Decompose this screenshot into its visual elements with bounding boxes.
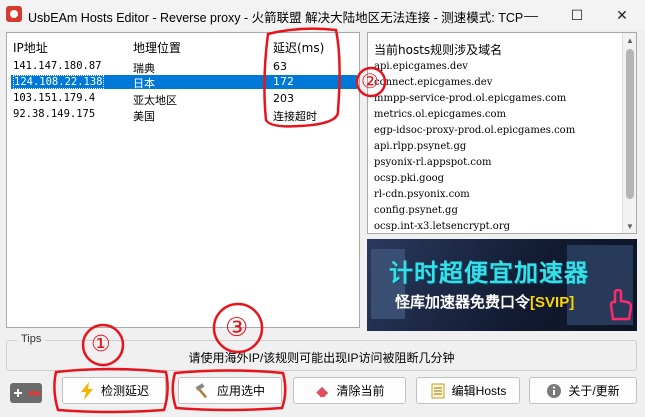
column-header-latency[interactable]: 延迟(ms) bbox=[273, 39, 324, 56]
tips-group: Tips 请使用海外IP/该规则可能出现IP访问被阻断几分钟 bbox=[6, 333, 637, 371]
about-update-label: 关于/更新 bbox=[568, 384, 620, 398]
domain-item: psyonix-rl.appspot.com bbox=[374, 157, 492, 168]
test-latency-label: 检测延迟 bbox=[100, 384, 149, 398]
domain-item: mmpp-service-prod.ol.epicgames.com bbox=[374, 93, 567, 104]
column-header-location[interactable]: 地理位置 bbox=[133, 39, 181, 56]
window-title: UsbEAm Hosts Editor - Reverse proxy - 火箭… bbox=[28, 11, 524, 25]
maximize-button[interactable]: ☐ bbox=[554, 0, 600, 30]
domain-list-scrollbar[interactable]: ▲ ▼ bbox=[622, 33, 636, 233]
minimize-button[interactable]: — bbox=[508, 0, 554, 30]
lightning-icon bbox=[79, 381, 95, 400]
about-update-button[interactable]: 关于/更新 bbox=[529, 377, 637, 404]
ip-address: 103.151.179.4 bbox=[13, 92, 96, 104]
eraser-icon bbox=[314, 383, 330, 399]
ip-location: 亚太地区 bbox=[133, 94, 177, 107]
edit-hosts-label: 编辑Hosts bbox=[451, 384, 507, 398]
domain-item: ocsp.int-x3.letsencrypt.org bbox=[374, 221, 511, 232]
domain-list[interactable]: 当前hosts规则涉及域名 api.epicgames.dev connect.… bbox=[367, 32, 637, 234]
column-header-ip[interactable]: IP地址 bbox=[13, 39, 48, 56]
domain-item: connect.epicgames.dev bbox=[374, 77, 493, 88]
ip-row[interactable]: 92.38.149.175 美国 连接超时 bbox=[11, 108, 357, 123]
domain-item: metrics.ol.epicgames.com bbox=[374, 109, 507, 120]
ip-row-selected[interactable]: 124.108.22.138 日本 172 bbox=[11, 75, 357, 90]
ad-headline: 计时超便宜加速器 bbox=[389, 260, 589, 287]
ip-location: 日本 bbox=[133, 77, 155, 90]
scroll-down-arrow-icon[interactable]: ▼ bbox=[623, 219, 637, 233]
title-bar: UsbEAm Hosts Editor - Reverse proxy - 火箭… bbox=[0, 0, 645, 30]
ip-list[interactable]: IP地址 地理位置 延迟(ms) 141.147.180.87 瑞典 63 12… bbox=[6, 32, 360, 328]
ad-subline-text: 怪库加速器免费口令 bbox=[395, 294, 531, 311]
scroll-up-arrow-icon[interactable]: ▲ bbox=[623, 33, 637, 47]
ip-latency: 172 bbox=[273, 75, 294, 88]
edit-hosts-button[interactable]: 编辑Hosts bbox=[416, 377, 520, 404]
domain-item: ocsp.pki.goog bbox=[374, 173, 445, 184]
domain-item: rl-cdn.psyonix.com bbox=[374, 189, 470, 200]
ip-row[interactable]: 141.147.180.87 瑞典 63 bbox=[11, 60, 357, 75]
domain-item: egp-idsoc-proxy-prod.ol.epicgames.com bbox=[374, 125, 576, 136]
notepad-icon bbox=[430, 383, 446, 399]
info-icon bbox=[546, 383, 562, 399]
ad-subline: 怪库加速器免费口令[SVIP] bbox=[395, 291, 574, 312]
apply-selected-button[interactable]: 应用选中 bbox=[178, 377, 282, 404]
test-latency-button[interactable]: 检测延迟 bbox=[62, 377, 166, 404]
domain-item: api.epicgames.dev bbox=[374, 61, 468, 72]
hammer-icon bbox=[195, 382, 211, 399]
tips-message: 请使用海外IP/该规则可能出现IP访问被阻断几分钟 bbox=[188, 351, 455, 365]
scroll-thumb[interactable] bbox=[626, 49, 634, 199]
app-icon bbox=[6, 6, 22, 22]
domain-list-title: 当前hosts规则涉及域名 bbox=[374, 43, 503, 57]
domain-item: api.rlpp.psynet.gg bbox=[374, 141, 467, 152]
ad-svip-code: [SVIP] bbox=[530, 294, 575, 311]
clear-current-button[interactable]: 清除当前 bbox=[293, 377, 406, 404]
advertisement-banner[interactable]: 计时超便宜加速器 怪库加速器免费口令[SVIP] bbox=[367, 239, 637, 331]
apply-selected-label: 应用选中 bbox=[216, 384, 265, 398]
ip-latency: 63 bbox=[273, 60, 287, 73]
pointing-hand-icon bbox=[605, 288, 633, 321]
clear-current-label: 清除当前 bbox=[336, 384, 385, 398]
domain-item: config.psynet.gg bbox=[374, 205, 458, 216]
close-button[interactable]: ✕ bbox=[599, 0, 645, 30]
tips-label: Tips bbox=[17, 333, 46, 345]
ip-address: 124.108.22.138 bbox=[13, 75, 104, 89]
ip-address: 92.38.149.175 bbox=[13, 108, 96, 120]
ip-location: 美国 bbox=[133, 110, 155, 123]
ip-location: 瑞典 bbox=[133, 62, 155, 75]
ip-address: 141.147.180.87 bbox=[13, 60, 102, 72]
ip-latency: 连接超时 bbox=[273, 110, 317, 123]
ip-row[interactable]: 103.151.179.4 亚太地区 203 bbox=[11, 92, 357, 107]
ip-latency: 203 bbox=[273, 92, 294, 105]
ip-list-header: IP地址 地理位置 延迟(ms) bbox=[7, 33, 359, 59]
gamepad-icon[interactable] bbox=[10, 383, 42, 403]
